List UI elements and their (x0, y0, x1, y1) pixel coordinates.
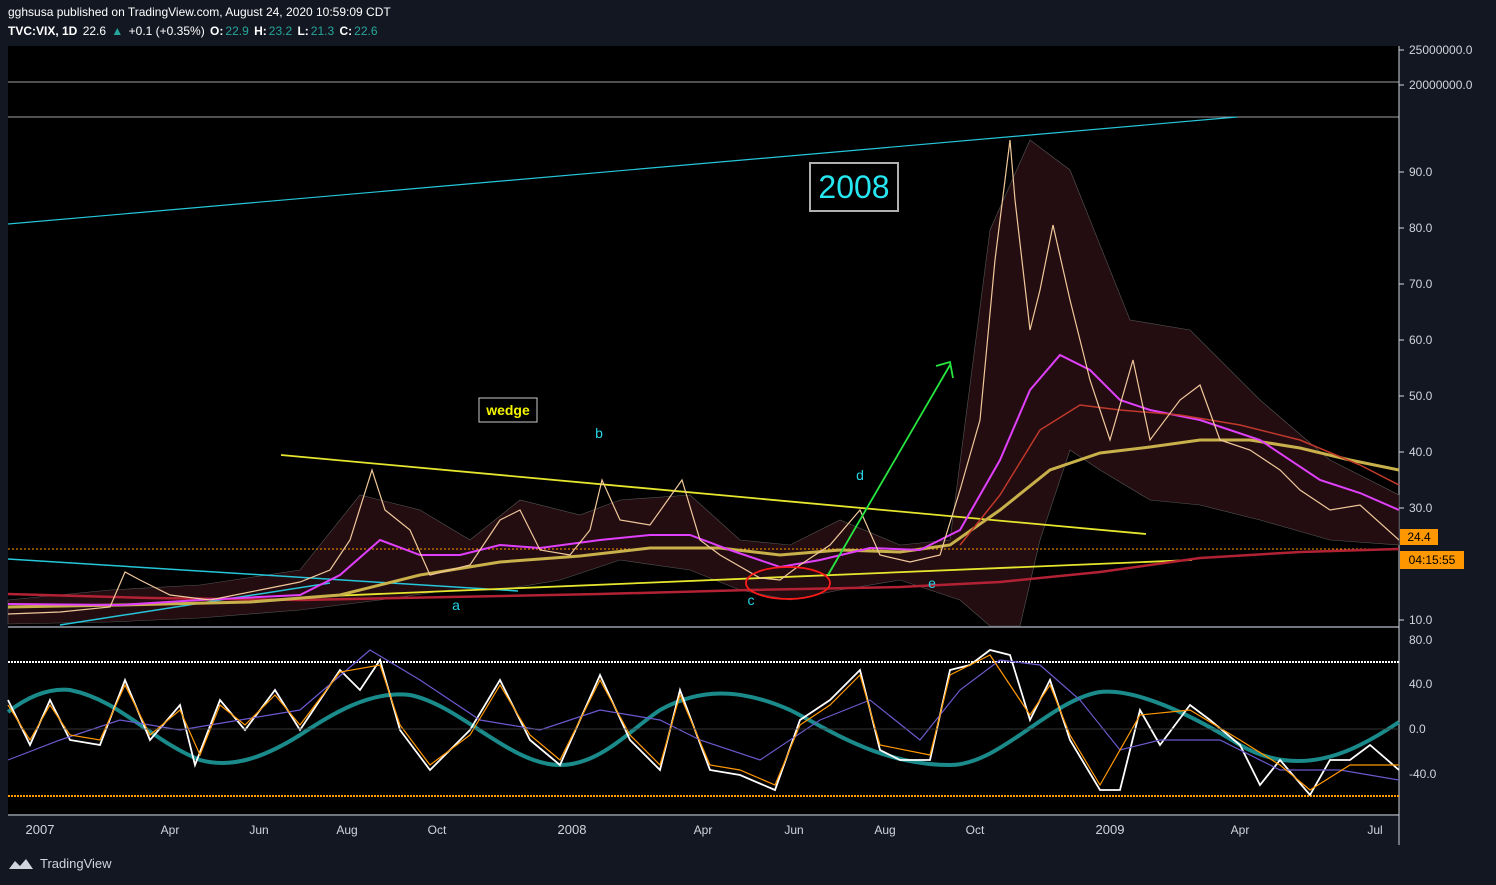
x-tick-label: Oct (428, 823, 447, 837)
x-tick-label: Aug (336, 823, 357, 837)
wave-point-label: d (856, 467, 864, 483)
x-tick-label: Jun (249, 823, 268, 837)
wave-point-label: e (928, 575, 936, 591)
y-tick-label: 20000000.0 (1409, 78, 1473, 92)
price-label: 24.4 (1407, 530, 1431, 544)
wave-point-label: b (595, 425, 603, 441)
x-tick-label: Jun (784, 823, 803, 837)
osc-tick-label: 0.0 (1409, 722, 1426, 736)
wave-point-label: c (748, 592, 755, 608)
y-tick-label: 10.0 (1409, 613, 1433, 627)
osc-tick-label: 80.0 (1409, 633, 1433, 647)
y-tick-label: 90.0 (1409, 165, 1433, 179)
x-tick-label: 2008 (558, 822, 587, 837)
oscillator-pane[interactable] (8, 628, 1399, 814)
x-tick-label: Apr (694, 823, 713, 837)
y-tick-label: 30.0 (1409, 501, 1433, 515)
x-tick-label: Oct (966, 823, 985, 837)
x-tick-label: Apr (1231, 823, 1250, 837)
x-tick-label: 2007 (26, 822, 55, 837)
tradingview-footer[interactable]: TradingView (8, 856, 112, 871)
y-tick-label: 40.0 (1409, 445, 1433, 459)
year-label: 2008 (818, 169, 890, 205)
y-tick-label: 25000000.0 (1409, 43, 1473, 57)
x-tick-label: Jul (1367, 823, 1382, 837)
x-tick-label: 2009 (1096, 822, 1125, 837)
y-tick-label: 80.0 (1409, 221, 1433, 235)
y-tick-label: 60.0 (1409, 333, 1433, 347)
brand-label: TradingView (40, 856, 112, 871)
wedge-label: wedge (486, 402, 530, 418)
y-tick-label: 70.0 (1409, 277, 1433, 291)
x-tick-label: Apr (161, 823, 180, 837)
osc-tick-label: -40.0 (1409, 767, 1437, 781)
wave-point-label: a (452, 597, 460, 613)
osc-tick-label: 40.0 (1409, 677, 1433, 691)
tradingview-logo-icon (9, 858, 33, 869)
y-tick-label: 50.0 (1409, 389, 1433, 403)
countdown-label: 04:15:55 (1408, 553, 1456, 567)
chart-canvas[interactable]: 25000000.0 20000000.0 90.0 80.0 70.0 60.0 50.0… (0, 0, 1496, 885)
x-tick-label: Aug (874, 823, 895, 837)
